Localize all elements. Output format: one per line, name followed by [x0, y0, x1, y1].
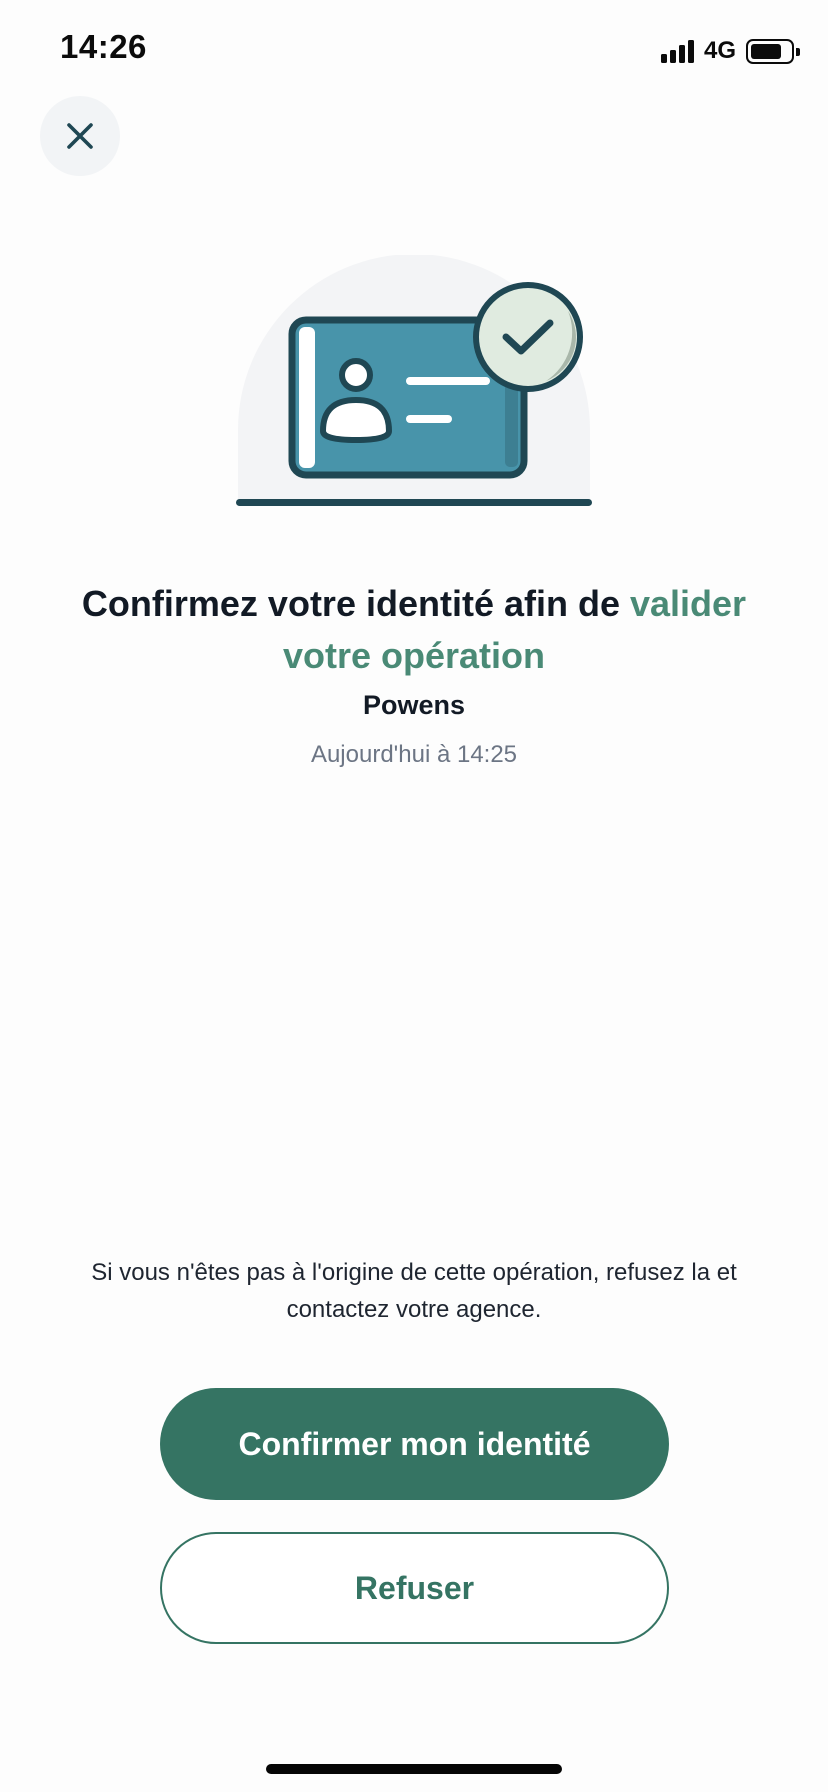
checkmark-badge-icon	[473, 282, 583, 392]
title-text: Confirmez votre identité afin de	[81, 583, 630, 624]
request-datetime: Aujourd'hui à 14:25	[310, 741, 518, 768]
warning-message: Si vous n'êtes pas à l'origine de cette …	[91, 1259, 737, 1323]
status-bar: 14:26 4G	[0, 0, 828, 100]
page-title: Confirmez votre identité afin de valider…	[40, 578, 788, 682]
identity-illustration	[228, 254, 600, 515]
network-type: 4G	[703, 37, 736, 64]
signal-icon	[660, 39, 694, 63]
home-indicator[interactable]	[266, 1764, 562, 1774]
refuse-button[interactable]: Refuser	[160, 1532, 669, 1644]
ground-line	[236, 499, 592, 506]
battery-icon	[746, 38, 800, 64]
close-button[interactable]	[40, 96, 120, 176]
close-icon	[67, 123, 93, 149]
merchant-name: Powens	[362, 690, 466, 720]
status-time: 14:26	[60, 28, 147, 65]
status-indicators: 4G	[660, 36, 800, 66]
confirm-identity-button[interactable]: Confirmer mon identité	[160, 1388, 669, 1500]
battery-level	[751, 43, 781, 59]
